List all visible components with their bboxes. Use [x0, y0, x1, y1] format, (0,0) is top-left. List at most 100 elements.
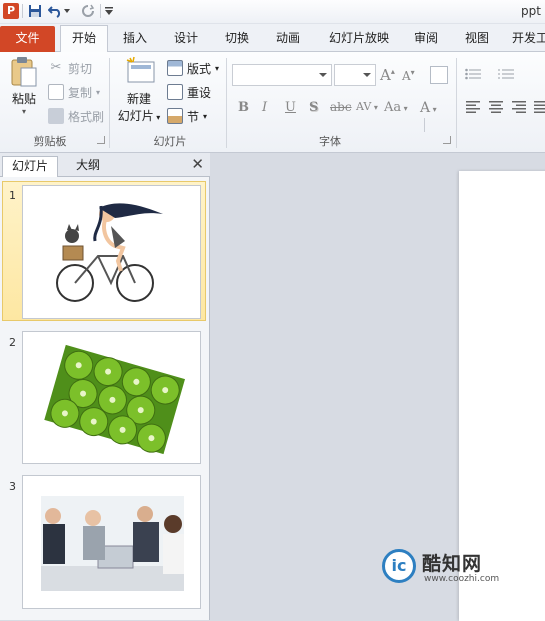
align-left-icon[interactable] — [466, 101, 480, 113]
tab-transitions[interactable]: 切换 — [216, 26, 258, 52]
copy-icon — [48, 84, 64, 100]
font-launcher-icon[interactable] — [443, 136, 451, 144]
separator — [424, 118, 425, 132]
panel-tabs: 幻灯片 大纲 ✕ — [0, 153, 210, 177]
font-size-combo[interactable] — [334, 64, 376, 86]
watermark-url: www.coozhi.com — [424, 574, 500, 584]
layout-button[interactable]: 版式 ▾ — [167, 58, 219, 78]
paste-button[interactable]: 粘贴 ▾ — [6, 56, 42, 116]
reset-button[interactable]: 重设 — [167, 82, 211, 102]
bullets-icon[interactable] — [465, 68, 481, 80]
grow-font-icon: A — [380, 66, 391, 84]
save-icon[interactable] — [27, 3, 43, 19]
shrink-font-button[interactable]: A▾ — [402, 68, 415, 83]
text-shadow-button[interactable]: S — [309, 100, 318, 115]
undo-dropdown-icon[interactable] — [63, 3, 71, 19]
clipboard-launcher-icon[interactable] — [97, 136, 105, 144]
chevron-down-icon[interactable] — [319, 73, 327, 77]
window-title: ppt — [521, 4, 541, 18]
tab-developer[interactable]: 开发工 — [508, 26, 545, 52]
section-label: 节 — [187, 109, 200, 124]
layout-label: 版式 — [187, 61, 212, 76]
redo-icon[interactable] — [80, 3, 96, 19]
layout-dropdown-icon[interactable]: ▾ — [215, 64, 219, 73]
paste-dropdown-icon[interactable]: ▾ — [6, 107, 42, 116]
copy-label: 复制 — [68, 85, 93, 100]
justify-icon[interactable] — [534, 101, 545, 113]
font-family-combo[interactable] — [232, 64, 332, 86]
powerpoint-app-icon[interactable]: P — [3, 3, 19, 19]
align-center-icon[interactable] — [489, 101, 503, 113]
chevron-down-icon[interactable] — [363, 73, 371, 77]
clipboard-group-label: 剪贴板 — [33, 135, 67, 148]
tab-review[interactable]: 审阅 — [405, 26, 447, 52]
font-color-button[interactable]: A ▾ — [420, 100, 437, 116]
cut-button[interactable]: ✂ 剪切 — [48, 58, 92, 78]
copy-dropdown-icon[interactable]: ▾ — [96, 88, 100, 97]
new-slide-dropdown-icon[interactable]: ▾ — [154, 113, 160, 122]
slide-number: 1 — [9, 189, 16, 202]
ribbon: 粘贴 ▾ ✂ 剪切 复制 ▾ 格式刷 剪贴板 新建 幻灯片 ▾ 版式 ▾ 重设 … — [0, 52, 545, 153]
reset-icon — [167, 84, 183, 100]
slide-thumbnail-3[interactable] — [22, 475, 201, 609]
underline-button[interactable]: U — [285, 100, 296, 115]
tab-file[interactable]: 文件 — [0, 26, 55, 52]
new-slide-button[interactable]: 新建 幻灯片 ▾ — [115, 56, 163, 124]
section-icon — [167, 108, 183, 124]
slide-number: 2 — [9, 336, 16, 349]
kiwi-slices-photo — [44, 344, 185, 455]
tab-slideshow[interactable]: 幻灯片放映 — [321, 26, 397, 52]
new-slide-label-2: 幻灯片 — [117, 109, 154, 123]
character-spacing-button[interactable]: AV ▾ — [356, 100, 378, 113]
group-separator — [226, 58, 227, 148]
slides-group-label: 幻灯片 — [153, 135, 187, 148]
bold-button[interactable]: B — [238, 100, 249, 115]
tab-animations[interactable]: 动画 — [267, 26, 309, 52]
grow-font-button[interactable]: A▴ — [380, 66, 395, 84]
watermark: ic 酷知网 www.coozhi.com — [366, 537, 524, 597]
clear-formatting-icon[interactable] — [430, 66, 448, 84]
customize-toolbar-icon[interactable] — [104, 3, 114, 19]
reset-label: 重设 — [187, 85, 212, 100]
format-painter-button[interactable]: 格式刷 — [48, 106, 104, 126]
slide-thumbnail-2[interactable] — [22, 331, 201, 464]
tab-slides[interactable]: 幻灯片 — [2, 156, 58, 177]
tab-home[interactable]: 开始 — [60, 25, 108, 53]
align-right-icon[interactable] — [512, 101, 526, 113]
cut-label: 剪切 — [68, 61, 93, 76]
coozhi-logo-icon: ic — [382, 549, 416, 583]
format-painter-label: 格式刷 — [68, 109, 105, 124]
paste-label: 粘贴 — [11, 92, 36, 106]
strikethrough-button[interactable]: abc — [330, 100, 352, 114]
tab-outline[interactable]: 大纲 — [62, 156, 114, 177]
paintbrush-icon — [48, 108, 64, 124]
new-slide-label-1: 新建 — [126, 92, 151, 106]
close-icon[interactable]: ✕ — [191, 155, 204, 173]
layout-icon — [167, 60, 183, 76]
character-spacing-icon: AV — [356, 100, 372, 113]
slide-number: 3 — [9, 480, 16, 493]
numbering-icon[interactable] — [498, 68, 514, 80]
business-meeting-photo — [41, 496, 184, 591]
change-case-button[interactable]: Aa ▾ — [384, 100, 408, 115]
new-slide-icon — [124, 56, 155, 86]
copy-button[interactable]: 复制 ▾ — [48, 82, 100, 102]
group-separator — [109, 58, 110, 148]
slide-thumbnail-1[interactable] — [22, 185, 201, 319]
font-color-icon: A — [420, 100, 431, 116]
group-separator — [456, 58, 457, 148]
tab-design[interactable]: 设计 — [165, 26, 207, 52]
tab-insert[interactable]: 插入 — [114, 26, 156, 52]
section-button[interactable]: 节 ▾ — [167, 106, 207, 126]
title-bar: P ppt — [0, 0, 545, 24]
undo-icon[interactable] — [47, 3, 63, 19]
ribbon-tab-bar: 文件 开始 插入 设计 切换 动画 幻灯片放映 审阅 视图 开发工 — [0, 24, 545, 53]
italic-button[interactable]: I — [262, 100, 267, 115]
girl-on-bicycle-illustration — [56, 203, 163, 302]
change-case-icon: Aa — [384, 100, 402, 115]
section-dropdown-icon[interactable]: ▾ — [203, 112, 207, 121]
shrink-font-icon: A — [402, 69, 411, 83]
clipboard-icon — [9, 56, 39, 87]
tab-view[interactable]: 视图 — [456, 26, 498, 52]
slides-panel: 幻灯片 大纲 ✕ 1 2 3 — [0, 153, 210, 620]
